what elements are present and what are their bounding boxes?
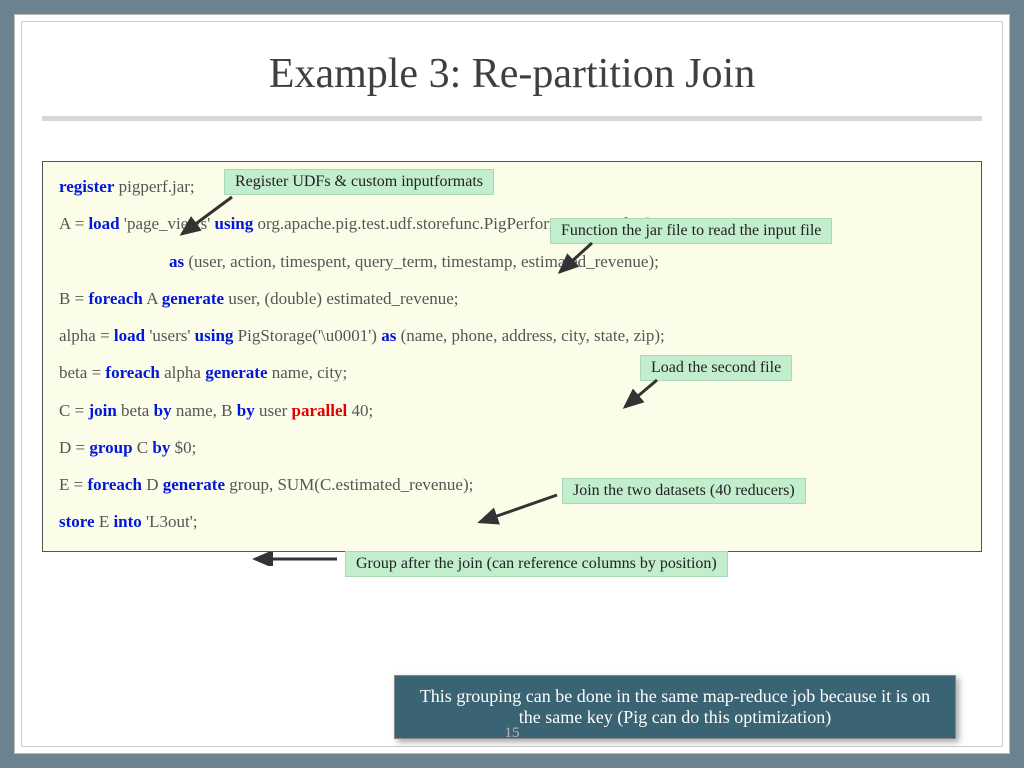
code-line-6: C = join beta by name, B by user paralle… [59, 400, 965, 421]
annotation-register: Register UDFs & custom inputformats [224, 169, 494, 195]
arrow-icon [247, 552, 342, 566]
annotation-join: Join the two datasets (40 reducers) [562, 478, 806, 504]
code-line-2b: as (user, action, timespent, query_term,… [59, 251, 965, 272]
annotation-group: Group after the join (can reference colu… [345, 551, 728, 577]
arrow-icon [617, 377, 667, 417]
slide-inner-frame: Example 3: Re-partition Join register pi… [21, 21, 1003, 747]
arrow-icon [552, 240, 602, 280]
page-number: 15 [22, 725, 1002, 742]
code-line-3: B = foreach A generate user, (double) es… [59, 288, 965, 309]
arrow-icon [172, 194, 242, 244]
slide-title: Example 3: Re-partition Join [22, 22, 1002, 116]
code-line-7: D = group C by $0; [59, 437, 965, 458]
arrow-icon [472, 492, 562, 532]
slide-outer-frame: Example 3: Re-partition Join register pi… [14, 14, 1010, 754]
divider [42, 116, 982, 121]
code-line-5: beta = foreach alpha generate name, city… [59, 362, 965, 383]
code-line-4: alpha = load 'users' using PigStorage('\… [59, 325, 965, 346]
